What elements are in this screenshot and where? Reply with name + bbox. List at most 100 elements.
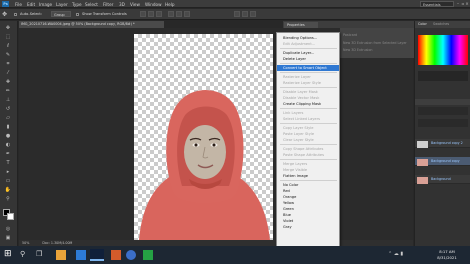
menu-item-convert-to-smart-object[interactable]: Convert to Smart Object (277, 65, 339, 71)
app-icon[interactable] (111, 250, 121, 260)
gradient-tool-icon[interactable]: ▮ (4, 124, 12, 130)
clock-date[interactable]: 8/31/2021 (432, 255, 462, 260)
brush-tool-icon[interactable]: ✏ (4, 88, 12, 94)
layers-panel-header (415, 99, 470, 105)
photoshop-taskbar-icon[interactable] (90, 249, 104, 261)
crop-tool-icon[interactable]: ⌗ (4, 61, 12, 67)
windows-taskbar: ⊞ ⚲ ❒ ⌃ ☁ ▮ 8:17 AM 8/31/2021 (0, 246, 470, 264)
portrait-photo (139, 90, 270, 240)
properties-tab[interactable]: Properties (284, 22, 318, 28)
menu-filter[interactable]: Filter (103, 2, 113, 7)
edge-icon[interactable] (76, 250, 86, 260)
right-panels: Color Swatches Background copy 2 Backgro… (414, 21, 470, 254)
menu-separator (280, 48, 337, 49)
image-canvas[interactable] (134, 34, 273, 240)
adjustments-panel (418, 71, 468, 81)
blur-tool-icon[interactable]: ● (4, 133, 12, 139)
menu-item-flatten-image[interactable]: Flatten Image (277, 173, 339, 179)
path-select-tool-icon[interactable]: ▸ (4, 169, 12, 175)
menu-window[interactable]: Window (145, 2, 162, 7)
pen-tool-icon[interactable]: ✒ (4, 151, 12, 157)
group-select[interactable]: Group (51, 11, 71, 17)
zoom-tool-icon[interactable]: ⚲ (4, 196, 12, 202)
3d-rotate-icon[interactable] (242, 11, 248, 17)
whatsapp-icon[interactable] (143, 250, 153, 260)
auto-select-checkbox[interactable] (14, 13, 17, 16)
menu-item-rasterize-layer-style[interactable]: Rasterize Layer Style (277, 80, 339, 86)
minimize-icon[interactable]: – (456, 1, 460, 6)
color-ramp[interactable] (418, 35, 468, 65)
layer-context-menu: Blending Options... Edit Adjustment... Dup… (276, 32, 340, 250)
menu-layer[interactable]: Layer (56, 2, 68, 7)
menu-item-delete-layer[interactable]: Delete Layer (277, 56, 339, 62)
shape-tool-icon[interactable]: ▭ (4, 178, 12, 184)
healing-brush-tool-icon[interactable]: ✚ (4, 79, 12, 85)
menu-view[interactable]: View (130, 2, 140, 7)
align-right-icon[interactable] (184, 11, 190, 17)
lasso-tool-icon[interactable]: ℓ (4, 43, 12, 49)
menu-select[interactable]: Select (85, 2, 98, 7)
dodge-tool-icon[interactable]: ◐ (4, 142, 12, 148)
menu-item-clear-layer-style[interactable]: Clear Layer Style (277, 137, 339, 143)
menu-item-gray[interactable]: Gray (277, 224, 339, 230)
menu-edit[interactable]: Edit (27, 2, 35, 7)
windows-start-icon[interactable]: ⊞ (4, 250, 13, 259)
properties-item-extrusion-selected[interactable]: New 3D Extrusion from Selected Layer (343, 41, 407, 45)
eraser-tool-icon[interactable]: ▱ (4, 115, 12, 121)
clone-stamp-tool-icon[interactable]: ⊥ (4, 97, 12, 103)
3d-mode-icon[interactable] (234, 11, 240, 17)
align-bottom-icon[interactable] (156, 11, 162, 17)
layers-filter[interactable] (418, 107, 468, 115)
move-tool-icon[interactable]: ✥ (2, 11, 11, 18)
menu-help[interactable]: Help (165, 2, 175, 7)
screen-mode-icon[interactable]: ▣ (4, 235, 12, 241)
menu-separator (280, 63, 337, 64)
tab-color[interactable]: Color (418, 22, 427, 26)
eyedropper-tool-icon[interactable]: ⁄ (4, 70, 12, 76)
background-color-swatch[interactable] (7, 213, 14, 220)
properties-item-postcard[interactable]: Postcard (343, 33, 357, 37)
tray-icons[interactable]: ⌃ ☁ ▮ (388, 251, 403, 257)
align-left-icon[interactable] (168, 11, 174, 17)
menu-type[interactable]: Type (72, 2, 82, 7)
menu-separator (280, 72, 337, 73)
quick-mask-icon[interactable]: ◎ (4, 226, 12, 232)
workspace-select[interactable]: Essentials (420, 1, 454, 7)
file-explorer-icon[interactable] (56, 250, 66, 260)
document-tab[interactable]: IMG_20210716-WA0004.jpeg @ 50% (Backgrou… (19, 21, 164, 28)
align-middle-icon[interactable] (148, 11, 154, 17)
task-view-icon[interactable]: ❒ (36, 250, 45, 259)
properties-panel: Postcard New 3D Extrusion from Selected … (340, 28, 414, 58)
quick-select-tool-icon[interactable]: ✎ (4, 52, 12, 58)
marquee-tool-icon[interactable]: ⬚ (4, 34, 12, 40)
menu-3d[interactable]: 3D (119, 2, 125, 7)
clock-time[interactable]: 8:17 AM (432, 249, 462, 254)
history-brush-tool-icon[interactable]: ↺ (4, 106, 12, 112)
align-center-icon[interactable] (176, 11, 182, 17)
menu-item-select-linked-layers[interactable]: Select Linked Layers (277, 116, 339, 122)
close-icon[interactable]: × (465, 1, 469, 6)
doc-size: Doc: 1.30M/4.00M (42, 241, 73, 245)
menu-separator (280, 108, 337, 109)
tab-swatches[interactable]: Swatches (433, 22, 449, 26)
blend-mode-select[interactable] (418, 119, 468, 127)
menu-separator (280, 123, 337, 124)
align-top-icon[interactable] (140, 11, 146, 17)
3d-pan-icon[interactable] (250, 11, 256, 17)
tools-panel: ✥ ⬚ ℓ ✎ ⌗ ⁄ ✚ ✏ ⊥ ↺ ▱ ▮ ● ◐ ✒ T ▸ ▭ ✋ ⚲ … (0, 21, 18, 254)
menu-image[interactable]: Image (39, 2, 52, 7)
color-panel-tabs: Color Swatches (415, 21, 470, 28)
move-tool-icon[interactable]: ✥ (4, 25, 12, 31)
options-bar: ✥ Auto-Select: Group Show Transform Cont… (0, 9, 470, 20)
chrome-icon[interactable] (126, 250, 136, 260)
show-transform-checkbox[interactable] (76, 13, 79, 16)
type-tool-icon[interactable]: T (4, 160, 12, 166)
menu-item-edit-adjustment[interactable]: Edit Adjustment... (277, 41, 339, 47)
hand-tool-icon[interactable]: ✋ (4, 187, 12, 193)
menu-file[interactable]: File (15, 2, 22, 7)
menu-item-paste-shape-attributes[interactable]: Paste Shape Attributes (277, 152, 339, 158)
search-icon[interactable]: ⚲ (20, 250, 29, 259)
show-transform-label: Show Transform Controls (82, 12, 127, 16)
properties-item-extrusion[interactable]: New 3D Extrusion (343, 48, 372, 52)
menu-item-create-clipping-mask[interactable]: Create Clipping Mask (277, 101, 339, 107)
